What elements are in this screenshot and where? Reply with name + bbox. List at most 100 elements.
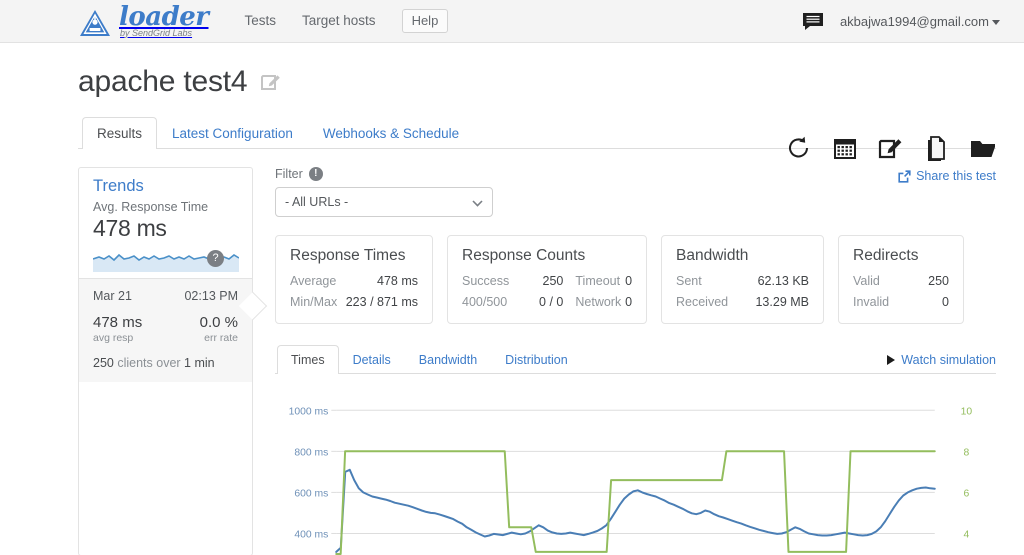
response-times-key-minmax: Min/Max bbox=[290, 295, 338, 309]
redirects-key-valid: Valid bbox=[853, 274, 880, 288]
table-row: Average 478 ms bbox=[290, 274, 418, 288]
bandwidth-key-sent: Sent bbox=[676, 274, 702, 288]
info-icon[interactable]: ! bbox=[308, 167, 323, 181]
watch-simulation-link[interactable]: Watch simulation bbox=[887, 353, 996, 373]
response-times-value-average: 478 ms bbox=[377, 274, 418, 288]
trend-item-metrics: 478 ms avg resp 0.0 % err rate bbox=[93, 314, 238, 344]
response-times-value-minmax: 223 / 871 ms bbox=[345, 295, 418, 309]
trend-item-err-rate-label: err rate bbox=[204, 332, 238, 344]
title-row: apache test4 bbox=[78, 43, 996, 99]
chart-tab-details[interactable]: Details bbox=[339, 345, 405, 374]
redirects-value-valid: 250 bbox=[928, 274, 949, 288]
results-content: Filter ! - All URLs - Share this test Re… bbox=[253, 167, 996, 555]
response-counts-key-400-500: 400/500 bbox=[462, 295, 508, 309]
trends-title[interactable]: Trends bbox=[93, 177, 238, 196]
redirects-value-invalid: 0 bbox=[942, 295, 949, 309]
trend-item-clients-count: 250 bbox=[93, 356, 114, 370]
card-bandwidth: Bandwidth Sent 62.13 KB Received 13.29 M… bbox=[661, 235, 824, 324]
card-response-counts: Response Counts Success 250 Timeout 0 40… bbox=[447, 235, 647, 324]
trends-avg-value: 478 ms bbox=[93, 215, 167, 241]
calendar-icon[interactable] bbox=[832, 135, 858, 161]
svg-text:1000 ms: 1000 ms bbox=[289, 406, 329, 417]
card-response-times-title: Response Times bbox=[290, 247, 406, 264]
trends-panel: Trends Avg. Response Time 478 ms ? Mar 2… bbox=[78, 167, 268, 555]
share-icon bbox=[898, 169, 911, 183]
logo-loader[interactable]: loader by SendGrid Labs bbox=[78, 4, 209, 39]
message-icon[interactable] bbox=[802, 12, 824, 31]
card-bandwidth-title: Bandwidth bbox=[676, 247, 749, 264]
help-button[interactable]: Help bbox=[401, 8, 449, 34]
user-email-label: akbajwa1994@gmail.com bbox=[839, 13, 989, 29]
brand-name: loader bbox=[119, 1, 209, 32]
card-response-counts-title: Response Counts bbox=[462, 247, 586, 264]
edit-title-icon[interactable] bbox=[261, 72, 282, 93]
svg-text:400 ms: 400 ms bbox=[294, 529, 328, 540]
response-counts-value-timeout: 0 bbox=[625, 274, 633, 288]
nav-link-target-hosts[interactable]: Target hosts bbox=[302, 13, 376, 28]
response-counts-value-400-500: 0 / 0 bbox=[539, 295, 564, 309]
trends-subtitle: Avg. Response Time bbox=[93, 200, 209, 214]
table-row: Valid 250 bbox=[853, 274, 949, 288]
filter-row: Filter ! - All URLs - Share this test bbox=[275, 167, 996, 217]
trend-item-avg-resp-value: 478 ms bbox=[93, 314, 143, 331]
chart-tab-times[interactable]: Times bbox=[277, 345, 339, 374]
response-counts-key-timeout: Timeout bbox=[575, 274, 621, 288]
share-this-test-link[interactable]: Share this test bbox=[898, 167, 996, 183]
redirects-key-invalid: Invalid bbox=[853, 295, 890, 309]
response-counts-value-network: 0 bbox=[625, 295, 633, 309]
filter-group: Filter ! - All URLs - bbox=[275, 167, 493, 217]
trend-item-datetime: Mar 21 02:13 PM bbox=[93, 289, 238, 303]
chart-tab-distribution[interactable]: Distribution bbox=[491, 345, 582, 374]
svg-text:800 ms: 800 ms bbox=[294, 447, 328, 458]
svg-text:4: 4 bbox=[963, 529, 969, 540]
filter-label-row: Filter ! bbox=[275, 167, 493, 181]
times-chart-axis-labels: 1000 ms 800 ms 600 ms 400 ms 10 8 6 4 bbox=[289, 406, 973, 540]
nav-link-tests[interactable]: Tests bbox=[245, 13, 277, 28]
filter-label: Filter bbox=[275, 167, 303, 181]
trends-header: Trends Avg. Response Time 478 ms ? bbox=[79, 168, 252, 278]
trend-item-date: Mar 21 bbox=[93, 289, 132, 303]
chart-tab-bandwidth[interactable]: Bandwidth bbox=[405, 345, 491, 374]
trend-item-avg-resp: 478 ms avg resp bbox=[93, 314, 142, 344]
response-counts-value-success: 250 bbox=[542, 274, 564, 288]
trend-item-err-rate: 0.0 % err rate bbox=[200, 314, 238, 344]
user-account-menu[interactable]: akbajwa1994@gmail.com bbox=[840, 14, 1000, 29]
table-row: Success 250 Timeout 0 bbox=[462, 274, 632, 288]
tab-webhooks-schedule[interactable]: Webhooks & Schedule bbox=[308, 117, 474, 149]
trends-help-badge[interactable]: ? bbox=[207, 250, 224, 267]
refresh-icon[interactable] bbox=[786, 135, 812, 161]
tab-results[interactable]: Results bbox=[82, 117, 158, 149]
trend-list-item[interactable]: Mar 21 02:13 PM 478 ms avg resp 0.0 % er… bbox=[79, 278, 268, 382]
header-action-icons bbox=[786, 135, 996, 161]
card-redirects: Redirects Valid 250 Invalid 0 bbox=[838, 235, 964, 324]
filter-select-wrap: - All URLs - bbox=[275, 181, 493, 217]
body-row: Trends Avg. Response Time 478 ms ? Mar 2… bbox=[78, 167, 996, 555]
chart-tabs: Times Details Bandwidth Distribution Wat… bbox=[275, 344, 996, 374]
folder-icon[interactable] bbox=[970, 135, 996, 161]
trend-item-duration: 1 min bbox=[184, 356, 215, 370]
bandwidth-value-sent: 62.13 KB bbox=[757, 274, 809, 288]
svg-text:10: 10 bbox=[961, 406, 973, 417]
times-chart: 1000 ms 800 ms 600 ms 400 ms 10 8 6 4 bbox=[275, 386, 996, 555]
bandwidth-value-received: 13.29 MB bbox=[755, 295, 809, 309]
chevron-down-icon bbox=[992, 19, 1000, 25]
edit-icon[interactable] bbox=[878, 135, 904, 161]
trend-item-time: 02:13 PM bbox=[184, 289, 238, 303]
response-times-key-average: Average bbox=[290, 274, 337, 288]
table-row: Invalid 0 bbox=[853, 295, 949, 309]
card-response-times: Response Times Average 478 ms Min/Max 22… bbox=[275, 235, 433, 324]
trend-item-clients: 250 clients over 1 min bbox=[93, 356, 238, 370]
play-icon bbox=[887, 355, 896, 365]
stat-cards: Response Times Average 478 ms Min/Max 22… bbox=[275, 235, 996, 324]
table-row: Sent 62.13 KB bbox=[676, 274, 809, 288]
primary-nav-links: Tests Target hosts Help bbox=[245, 8, 449, 34]
response-counts-key-success: Success bbox=[462, 274, 510, 288]
trends-sparkline-wrap: ? bbox=[93, 246, 239, 272]
tab-latest-configuration[interactable]: Latest Configuration bbox=[157, 117, 308, 149]
table-row: Min/Max 223 / 871 ms bbox=[290, 295, 418, 309]
trend-item-clients-text: clients over bbox=[113, 356, 185, 370]
copy-document-icon[interactable] bbox=[924, 135, 950, 161]
nav-right-group: akbajwa1994@gmail.com bbox=[802, 12, 1000, 31]
page-title: apache test4 bbox=[78, 65, 248, 98]
url-filter-select[interactable]: - All URLs - bbox=[275, 187, 493, 217]
